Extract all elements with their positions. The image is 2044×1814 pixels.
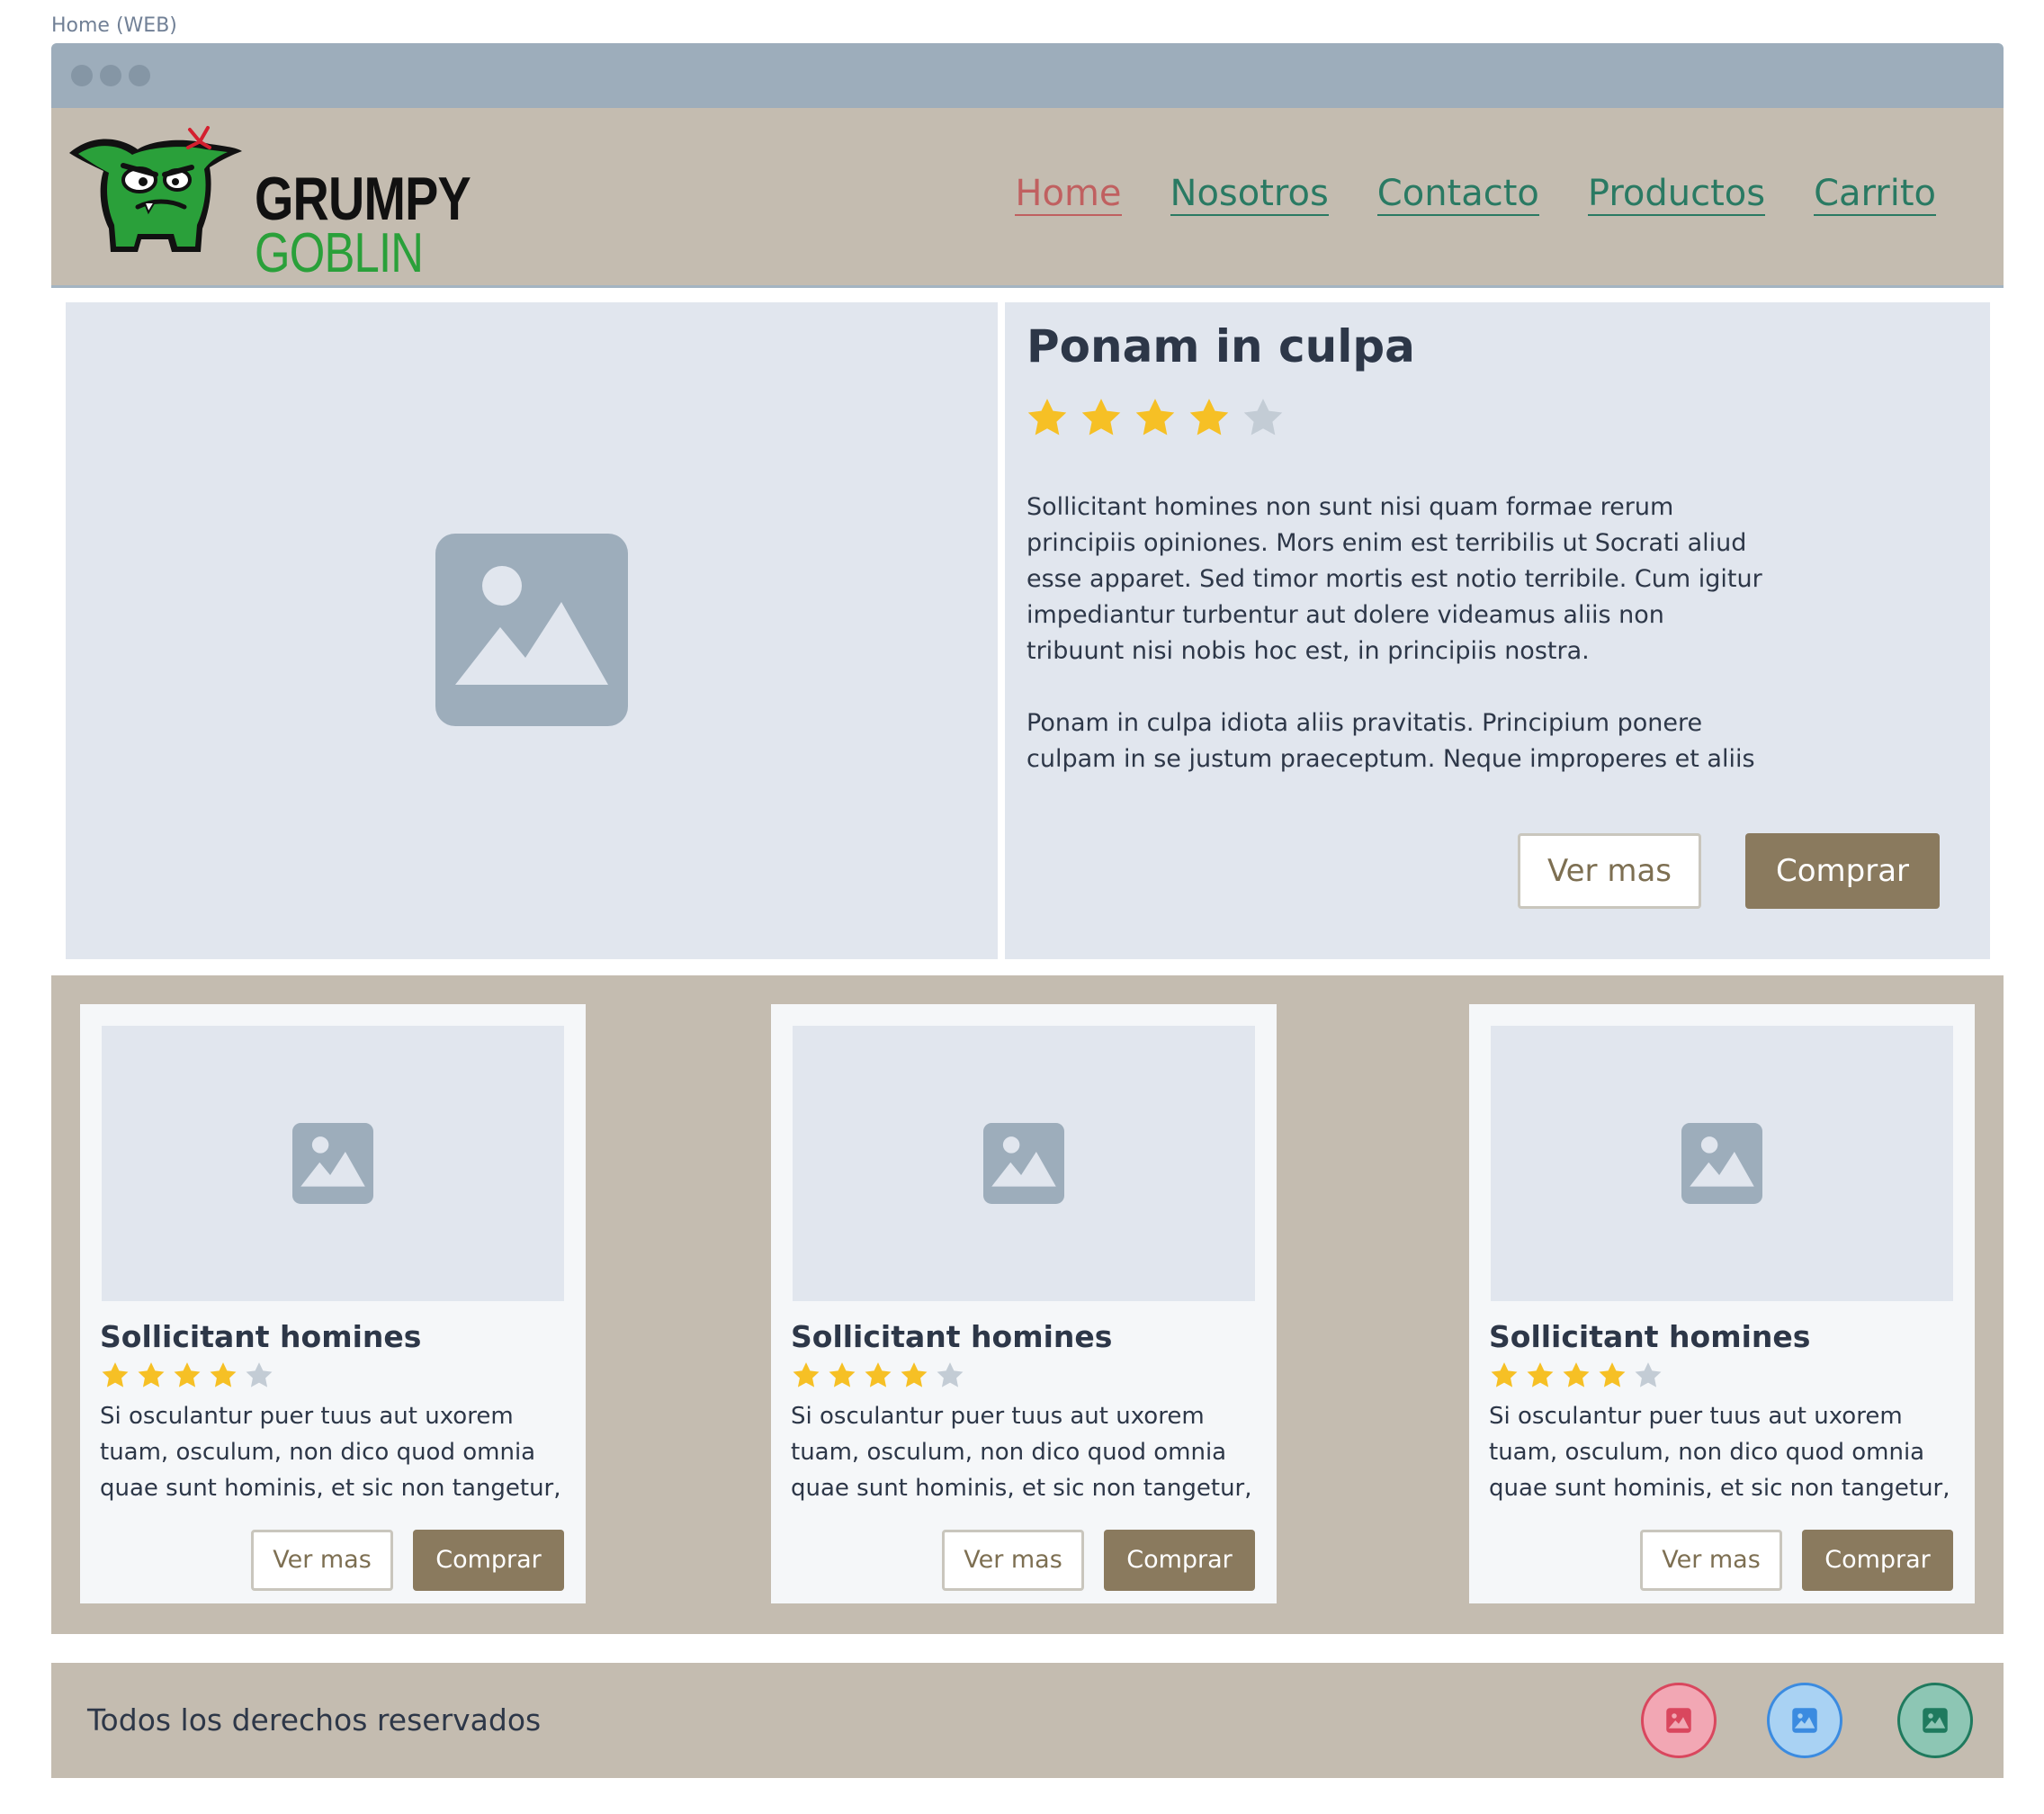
hero-title: Ponam in culpa: [1026, 320, 1415, 373]
product-image: [1491, 1026, 1953, 1301]
products-section: Sollicitant homines Si osculantur puer t…: [51, 975, 2004, 1634]
star-filled-icon: [793, 1362, 820, 1387]
goblin-logo-icon: [69, 126, 242, 252]
star-empty-icon: [1243, 399, 1283, 436]
star-filled-icon: [1135, 399, 1175, 436]
star-filled-icon: [102, 1362, 129, 1387]
star-filled-icon: [1563, 1362, 1590, 1387]
image-placeholder-icon: [435, 534, 628, 726]
product-ver-mas-button[interactable]: Ver mas: [942, 1530, 1084, 1591]
site-header: GRUMPY GOBLIN Home Nosotros Contacto Pro…: [51, 108, 2004, 288]
window-minimize-dot[interactable]: [100, 65, 121, 86]
product-title: Sollicitant homines: [791, 1319, 1113, 1354]
image-placeholder-icon: [983, 1123, 1064, 1204]
product-title: Sollicitant homines: [1489, 1319, 1811, 1354]
product-rating: [1489, 1360, 1663, 1391]
hero-section: Ponam in culpa Sollicitant homines non s…: [51, 288, 2004, 972]
hero-details: Ponam in culpa Sollicitant homines non s…: [1005, 302, 1990, 959]
brand-logo[interactable]: GRUMPY GOBLIN: [66, 119, 471, 284]
site-footer: Todos los derechos reservados: [51, 1663, 2004, 1778]
product-description: Si osculantur puer tuus aut uxorem tuam,…: [1489, 1403, 1950, 1502]
hero-rating: [1025, 396, 1286, 441]
brand-name-line2: GOBLIN: [255, 222, 424, 284]
hero-image: [66, 302, 998, 959]
star-filled-icon: [1491, 1362, 1518, 1387]
product-ver-mas-button[interactable]: Ver mas: [1640, 1530, 1782, 1591]
product-card: Sollicitant homines Si osculantur puer t…: [771, 1004, 1277, 1603]
star-filled-icon: [901, 1362, 928, 1387]
star-filled-icon: [174, 1362, 201, 1387]
product-card: Sollicitant homines Si osculantur puer t…: [80, 1004, 586, 1603]
browser-window: GRUMPY GOBLIN Home Nosotros Contacto Pro…: [51, 43, 2004, 1778]
window-maximize-dot[interactable]: [129, 65, 150, 86]
hero-comprar-button[interactable]: Comprar: [1745, 833, 1940, 909]
copyright-text: Todos los derechos reservados: [87, 1702, 542, 1738]
star-empty-icon: [246, 1362, 273, 1387]
product-description: Si osculantur puer tuus aut uxorem tuam,…: [100, 1403, 561, 1502]
product-title: Sollicitant homines: [100, 1319, 422, 1354]
hero-paragraph-2: Ponam in culpa idiota aliis pravitatis. …: [1026, 709, 1755, 773]
hero-paragraph-1: Sollicitant homines non sunt nisi quam f…: [1026, 493, 1762, 665]
main-nav: Home Nosotros Contacto Productos Carrito: [1015, 173, 1936, 216]
image-icon: [1666, 1708, 1691, 1733]
product-rating: [100, 1360, 274, 1391]
image-icon: [1792, 1708, 1817, 1733]
star-filled-icon: [1599, 1362, 1626, 1387]
image-placeholder-icon: [292, 1123, 373, 1204]
star-filled-icon: [1527, 1362, 1554, 1387]
nav-link-productos[interactable]: Productos: [1587, 173, 1766, 216]
product-image: [793, 1026, 1255, 1301]
window-titlebar: [51, 43, 2004, 108]
star-filled-icon: [138, 1362, 165, 1387]
star-filled-icon: [1189, 399, 1229, 436]
product-comprar-button[interactable]: Comprar: [413, 1530, 564, 1591]
image-placeholder-icon: [1681, 1123, 1762, 1204]
star-filled-icon: [1081, 399, 1121, 436]
image-icon: [1923, 1708, 1948, 1733]
product-description: Si osculantur puer tuus aut uxorem tuam,…: [791, 1403, 1252, 1502]
star-filled-icon: [210, 1362, 237, 1387]
frame-label: Home (WEB): [51, 14, 177, 37]
nav-link-home[interactable]: Home: [1015, 173, 1122, 216]
nav-link-carrito[interactable]: Carrito: [1814, 173, 1936, 216]
product-comprar-button[interactable]: Comprar: [1104, 1530, 1255, 1591]
window-close-dot[interactable]: [71, 65, 93, 86]
product-card: Sollicitant homines Si osculantur puer t…: [1469, 1004, 1975, 1603]
star-filled-icon: [829, 1362, 856, 1387]
star-empty-icon: [1635, 1362, 1662, 1387]
product-image: [102, 1026, 564, 1301]
social-link-green[interactable]: [1897, 1683, 1973, 1758]
product-ver-mas-button[interactable]: Ver mas: [251, 1530, 393, 1591]
product-rating: [791, 1360, 965, 1391]
hero-ver-mas-button[interactable]: Ver mas: [1518, 833, 1701, 909]
nav-link-contacto[interactable]: Contacto: [1376, 173, 1539, 216]
star-empty-icon: [937, 1362, 964, 1387]
social-link-red[interactable]: [1641, 1683, 1717, 1758]
star-filled-icon: [865, 1362, 892, 1387]
nav-link-nosotros[interactable]: Nosotros: [1170, 173, 1329, 216]
hero-description: Sollicitant homines non sunt nisi quam f…: [1026, 489, 1764, 813]
star-filled-icon: [1027, 399, 1067, 436]
social-link-blue[interactable]: [1767, 1683, 1842, 1758]
product-comprar-button[interactable]: Comprar: [1802, 1530, 1953, 1591]
